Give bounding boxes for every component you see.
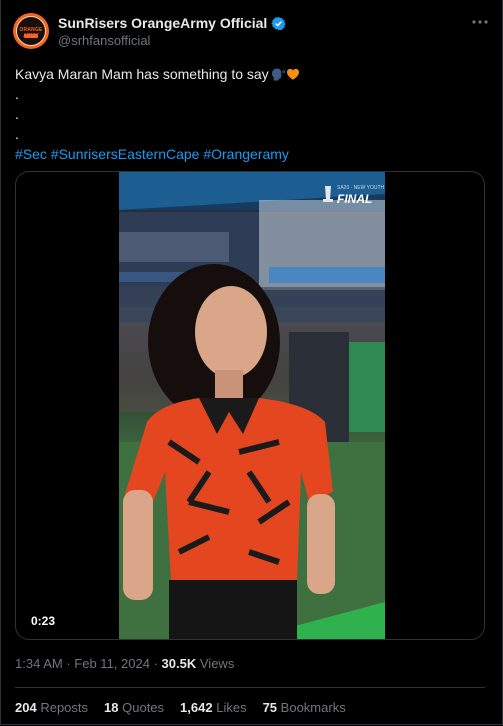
tweet-dot-line: . (15, 106, 19, 122)
reposts-label: Reposts (40, 700, 89, 715)
final-badge-text: FINAL (337, 192, 372, 206)
reposts-stat[interactable]: 204 Reposts (15, 700, 88, 715)
tweet-text-line: Kavya Maran Mam has something to say (15, 66, 269, 82)
quotes-stat[interactable]: 18 Quotes (104, 700, 164, 715)
views-label: Views (199, 656, 235, 671)
tweet-dot-line: . (15, 126, 19, 142)
video-frame: SA20 · NEW YOUTH FINAL (119, 172, 385, 639)
tweet-time[interactable]: 1:34 AM (15, 656, 63, 671)
bookmarks-stat[interactable]: 75 Bookmarks (263, 700, 346, 715)
quotes-label: Quotes (122, 700, 165, 715)
quotes-count: 18 (104, 700, 119, 715)
hashtag-link[interactable]: #SunrisersEasternCape (51, 146, 200, 162)
bookmarks-label: Bookmarks (280, 700, 346, 715)
likes-stat[interactable]: 1,642 Likes (180, 700, 247, 715)
author-display-name[interactable]: SunRisers OrangeArmy Official (58, 15, 267, 31)
avatar[interactable]: ORANGE ARMY (13, 13, 49, 49)
hashtag-link[interactable]: #Sec (15, 146, 47, 162)
divider (15, 687, 485, 688)
likes-label: Likes (216, 700, 247, 715)
video-player[interactable]: SA20 · NEW YOUTH FINAL (119, 172, 385, 639)
hashtag-link[interactable]: #Orangeramy (203, 146, 289, 162)
video-duration: 0:23 (26, 612, 61, 630)
hashtag-row: #Sec #SunrisersEasternCape #Orangeramy (15, 144, 485, 164)
svg-text:SA20 · NEW YOUTH: SA20 · NEW YOUTH (337, 185, 385, 191)
author-name-row: SunRisers OrangeArmy Official (58, 14, 286, 32)
tweet-text: Kavya Maran Mam has something to say . .… (15, 64, 485, 164)
orange-heart-emoji-icon (286, 68, 299, 80)
bookmarks-count: 75 (262, 700, 278, 715)
likes-count: 1,642 (180, 700, 213, 715)
media-container: SA20 · NEW YOUTH FINAL 0:23 (15, 171, 485, 640)
verified-badge-icon (271, 16, 286, 30)
engagement-stats: 204 Reposts 18 Quotes 1,642 Likes 75 Boo… (15, 700, 362, 715)
author-handle[interactable]: @srhfansofficial (58, 33, 150, 48)
tweet-date[interactable]: Feb 11, 2024 (74, 656, 150, 671)
tweet-meta: 1:34 AM · Feb 11, 2024 · 30.5K Views (15, 656, 234, 671)
tweet-dot-line: . (15, 86, 19, 102)
avatar-logo: ORANGE ARMY (16, 16, 46, 46)
speaking-head-emoji-icon (271, 68, 285, 81)
views-count: 30.5K (161, 656, 197, 671)
more-options-icon[interactable] (470, 12, 490, 32)
meta-separator: · (153, 656, 158, 671)
reposts-count: 204 (15, 700, 37, 715)
meta-separator: · (66, 656, 71, 671)
